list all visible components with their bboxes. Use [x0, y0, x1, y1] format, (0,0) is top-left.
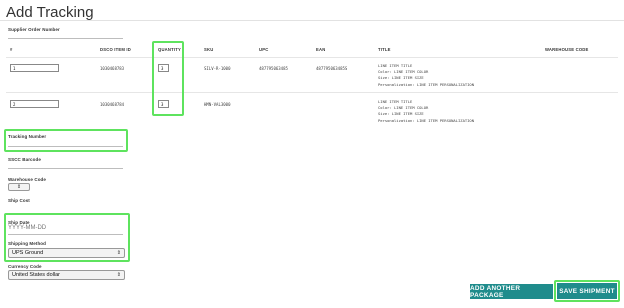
supplier-order-label: Supplier Order Number: [8, 27, 60, 32]
row2-item-id: 1030468784: [100, 102, 125, 107]
shipping-method-value: UPS Ground: [12, 250, 44, 256]
warehouse-code-label: Warehouse Code: [8, 177, 46, 182]
ship-date-underline: [8, 234, 123, 235]
col-header-title: TITLE: [378, 47, 391, 52]
col-header-ean: EAN: [316, 47, 326, 52]
chevron-up-down-icon: ⇕: [116, 272, 121, 278]
row2-sku: HMN-VAL3000: [204, 102, 231, 107]
row1-number-input[interactable]: 1: [10, 64, 59, 72]
tracking-number-highlight: [4, 129, 128, 152]
quantity-column-highlight: [152, 41, 184, 116]
warehouse-code-select[interactable]: ⇕: [8, 183, 30, 191]
row1-item-id: 1030468783: [100, 66, 125, 71]
ship-date-input[interactable]: YYYY-MM-DD: [8, 225, 46, 231]
ship-cost-label: Ship Cost: [8, 198, 30, 203]
row1-title: LINE ITEM TITLE Color: LINE ITEM COLOR S…: [378, 63, 474, 88]
add-another-package-button[interactable]: ADD ANOTHER PACKAGE: [470, 284, 553, 299]
currency-code-label: Currency Code: [8, 264, 42, 269]
row2-personalization-line: Personalization: LINE ITEM PERSONALIZATI…: [378, 117, 475, 123]
row2-title: LINE ITEM TITLE Color: LINE ITEM COLOR S…: [378, 99, 474, 124]
shipping-method-label: Shipping Method: [8, 241, 46, 246]
page-title: Add Tracking: [6, 4, 94, 21]
save-shipment-button[interactable]: SAVE SHIPMENT: [557, 283, 617, 299]
col-header-upc: UPC: [259, 47, 269, 52]
currency-code-select[interactable]: United States dollar ⇕: [8, 270, 125, 280]
col-header-warehouse: WAREHOUSE CODE: [545, 47, 589, 52]
col-header-num: #: [10, 47, 13, 52]
header-row-divider: [6, 57, 618, 58]
supplier-order-input[interactable]: [8, 38, 123, 39]
chevron-up-down-icon: ⇕: [116, 250, 121, 256]
tracking-number-label: Tracking Number: [8, 134, 47, 139]
row2-number-input[interactable]: 2: [10, 100, 59, 108]
row1-personalization-line: Personalization: LINE ITEM PERSONALIZATI…: [378, 81, 475, 87]
sscc-barcode-input[interactable]: [8, 168, 123, 169]
row1-ean: 487795063485S: [316, 66, 348, 71]
col-header-item-id: DSCO ITEM ID: [100, 47, 132, 52]
chevron-up-down-icon: ⇕: [16, 184, 22, 190]
sscc-barcode-label: SSCC Barcode: [8, 157, 41, 162]
tracking-number-input[interactable]: [8, 146, 123, 147]
row1-sku: SILV-R-1000: [204, 66, 231, 71]
currency-code-value: United States dollar: [12, 272, 60, 278]
header-divider: [0, 20, 624, 21]
col-header-sku: SKU: [204, 47, 214, 52]
row1-upc: 487795063485: [259, 66, 288, 71]
row-divider: [6, 92, 618, 93]
shipping-method-select[interactable]: UPS Ground ⇕: [8, 248, 125, 258]
